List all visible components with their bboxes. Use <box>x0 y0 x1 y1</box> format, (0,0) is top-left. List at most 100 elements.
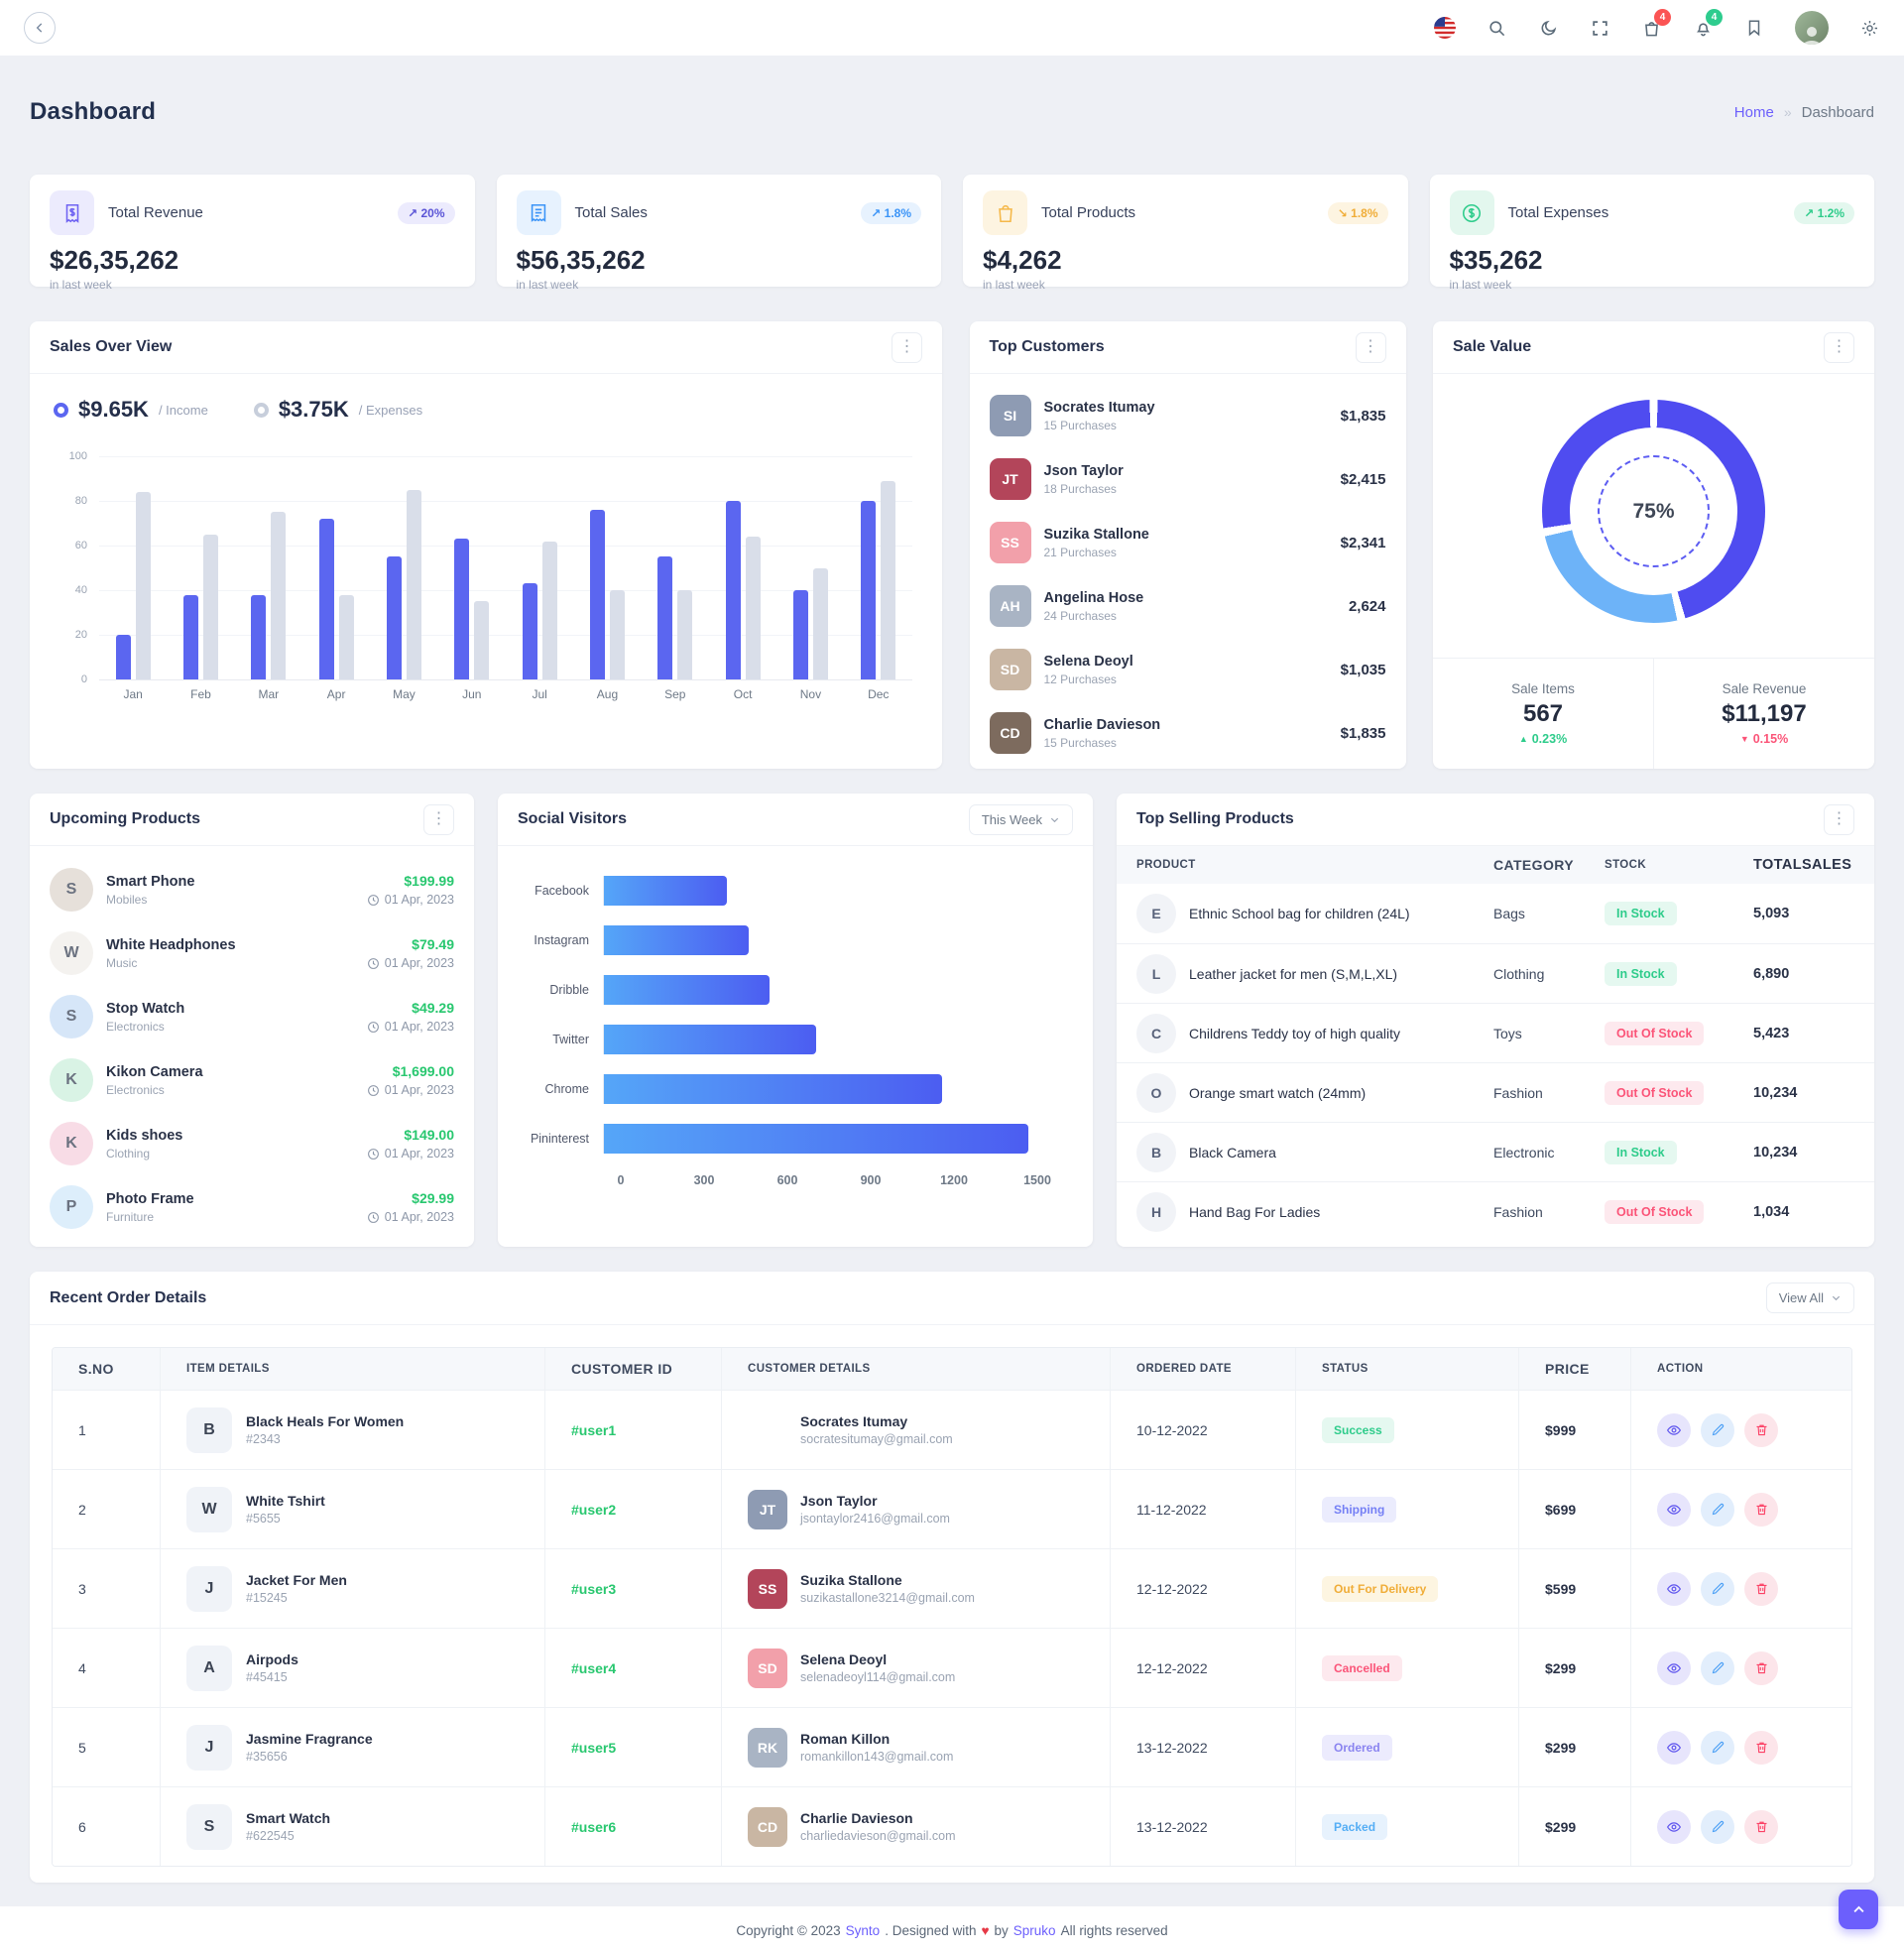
bar-group-oct <box>709 456 776 679</box>
view-order-button[interactable] <box>1657 1572 1691 1606</box>
spruko-link[interactable]: Spruko <box>1013 1923 1056 1938</box>
product-name: Childrens Teddy toy of high quality <box>1189 1026 1400 1041</box>
customer-id-link[interactable]: #user2 <box>544 1470 721 1548</box>
customer-amount: $1,835 <box>1341 408 1386 425</box>
y-tick-label: 40 <box>54 584 87 596</box>
edit-order-button[interactable] <box>1701 1493 1734 1527</box>
eye-icon <box>1666 1581 1682 1597</box>
item-thumb: J <box>186 1725 232 1771</box>
order-item-cell: S Smart Watch #622545 <box>160 1787 544 1866</box>
customer-id-link[interactable]: #user6 <box>544 1787 721 1866</box>
order-item-cell: B Black Heals For Women #2343 <box>160 1391 544 1469</box>
stat-title: Total Products <box>1041 204 1135 221</box>
language-flag-button[interactable] <box>1434 17 1456 39</box>
delete-order-button[interactable] <box>1744 1731 1778 1765</box>
customer-cell: CD Charlie Davieson charliedavieson@gmai… <box>721 1787 1110 1866</box>
sidebar-toggle-button[interactable] <box>24 12 56 44</box>
social-bar-pininterest <box>604 1124 1028 1154</box>
delta-value: 0.15% <box>1753 732 1788 746</box>
week-filter-dropdown[interactable]: This Week <box>969 804 1073 835</box>
fullscreen-button[interactable] <box>1589 17 1610 39</box>
synto-link[interactable]: Synto <box>846 1923 881 1938</box>
customer-id-link[interactable]: #user4 <box>544 1629 721 1707</box>
item-code: #5655 <box>246 1512 325 1526</box>
edit-order-button[interactable] <box>1701 1651 1734 1685</box>
chart-x-axis: 030060090012001500 <box>621 1173 1037 1193</box>
product-name: Leather jacket for men (S,M,L,XL) <box>1189 966 1397 982</box>
product-thumb: K <box>50 1058 93 1102</box>
arrow-left-icon <box>33 21 47 35</box>
edit-order-button[interactable] <box>1701 1572 1734 1606</box>
notifications-button[interactable]: 4 <box>1692 17 1714 39</box>
panel-menu-button[interactable]: ⋮ <box>1356 332 1386 363</box>
column-header: ITEM DETAILS <box>160 1348 544 1390</box>
panel-menu-button[interactable]: ⋮ <box>423 804 454 835</box>
product-date: 01 Apr, 2023 <box>367 956 454 970</box>
income-bar-aug <box>590 510 605 679</box>
view-all-dropdown[interactable]: View All <box>1766 1283 1854 1313</box>
delete-order-button[interactable] <box>1744 1493 1778 1527</box>
customer-id-link[interactable]: #user1 <box>544 1391 721 1469</box>
customer-cell: SI Socrates Itumay socratesitumay@gmail.… <box>721 1391 1110 1469</box>
customer-id-link[interactable]: #user5 <box>544 1708 721 1786</box>
product-name: Ethnic School bag for children (24L) <box>1189 906 1410 921</box>
chevron-down-icon <box>1831 1292 1842 1303</box>
ordered-date: 10-12-2022 <box>1110 1391 1295 1469</box>
view-order-button[interactable] <box>1657 1731 1691 1765</box>
settings-button[interactable] <box>1858 17 1880 39</box>
view-order-button[interactable] <box>1657 1810 1691 1844</box>
trend-value: 1.8% <box>1351 206 1377 220</box>
pencil-icon <box>1711 1502 1726 1517</box>
edit-order-button[interactable] <box>1701 1731 1734 1765</box>
breadcrumb-home-link[interactable]: Home <box>1734 104 1774 121</box>
customer-id-link[interactable]: #user3 <box>544 1549 721 1628</box>
view-order-button[interactable] <box>1657 1493 1691 1527</box>
social-row-twitter: Twitter <box>516 1025 1065 1054</box>
stat-label: Sale Revenue <box>1723 681 1807 696</box>
y-tick-label: 0 <box>54 673 87 685</box>
table-row: E Ethnic School bag for children (24L) B… <box>1117 884 1874 943</box>
customer-purchases: 15 Purchases <box>1044 419 1155 432</box>
footer-text: by <box>995 1923 1009 1938</box>
customer-name: Selena Deoyl <box>1044 654 1133 670</box>
cart-button[interactable]: 4 <box>1640 17 1662 39</box>
delete-order-button[interactable] <box>1744 1810 1778 1844</box>
social-bar-instagram <box>604 925 749 955</box>
view-order-button[interactable] <box>1657 1413 1691 1447</box>
view-order-button[interactable] <box>1657 1651 1691 1685</box>
edit-order-button[interactable] <box>1701 1810 1734 1844</box>
product-thumb: E <box>1136 894 1176 933</box>
delete-order-button[interactable] <box>1744 1572 1778 1606</box>
panel-menu-button[interactable]: ⋮ <box>1824 804 1854 835</box>
product-category: Electronics <box>106 1083 203 1097</box>
dark-mode-button[interactable] <box>1537 17 1559 39</box>
search-button[interactable] <box>1486 17 1507 39</box>
customer-amount: $1,835 <box>1341 725 1386 742</box>
order-price: $299 <box>1518 1787 1630 1866</box>
product-category: Bags <box>1493 906 1605 921</box>
item-thumb: S <box>186 1804 232 1850</box>
delete-order-button[interactable] <box>1744 1651 1778 1685</box>
column-header: ACTION <box>1630 1348 1851 1390</box>
item-code: #2343 <box>246 1432 404 1446</box>
order-actions <box>1630 1391 1851 1469</box>
delete-order-button[interactable] <box>1744 1413 1778 1447</box>
edit-order-button[interactable] <box>1701 1413 1734 1447</box>
panel-menu-button[interactable]: ⋮ <box>892 332 922 363</box>
upcoming-products-list: S Smart Phone Mobiles $199.99 01 Apr, 20… <box>30 846 474 1239</box>
order-price: $299 <box>1518 1708 1630 1786</box>
order-actions <box>1630 1549 1851 1628</box>
product-price: $29.99 <box>367 1190 454 1206</box>
eye-icon <box>1666 1660 1682 1676</box>
user-avatar[interactable] <box>1795 11 1829 45</box>
copyright-text: Copyright © 2023 <box>736 1923 840 1938</box>
customer-avatar: SI <box>748 1410 787 1450</box>
panel-menu-button[interactable]: ⋮ <box>1824 332 1854 363</box>
column-header: PRODUCT <box>1117 859 1493 871</box>
bookmark-button[interactable] <box>1743 17 1765 39</box>
social-bar-twitter <box>604 1025 816 1054</box>
search-icon <box>1488 19 1506 38</box>
column-header: ORDERED DATE <box>1110 1348 1295 1390</box>
scroll-to-top-button[interactable] <box>1839 1890 1878 1929</box>
table-row: 1 B Black Heals For Women #2343 #user1 S… <box>53 1390 1851 1469</box>
